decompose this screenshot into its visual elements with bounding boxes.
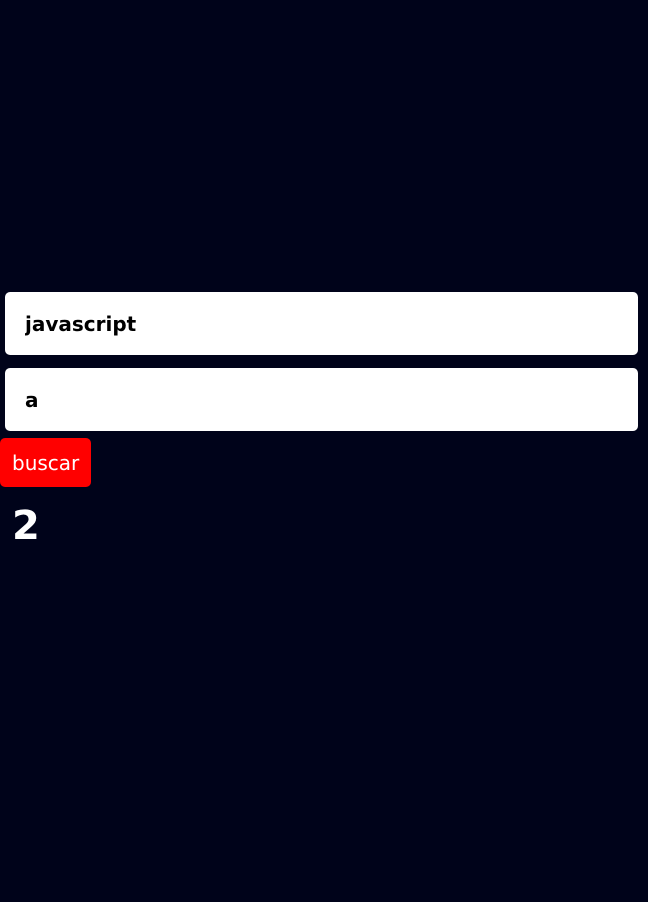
result-count: 2: [12, 503, 40, 549]
text-input[interactable]: [5, 292, 638, 355]
character-input[interactable]: [5, 368, 638, 431]
search-button[interactable]: buscar: [0, 438, 92, 487]
